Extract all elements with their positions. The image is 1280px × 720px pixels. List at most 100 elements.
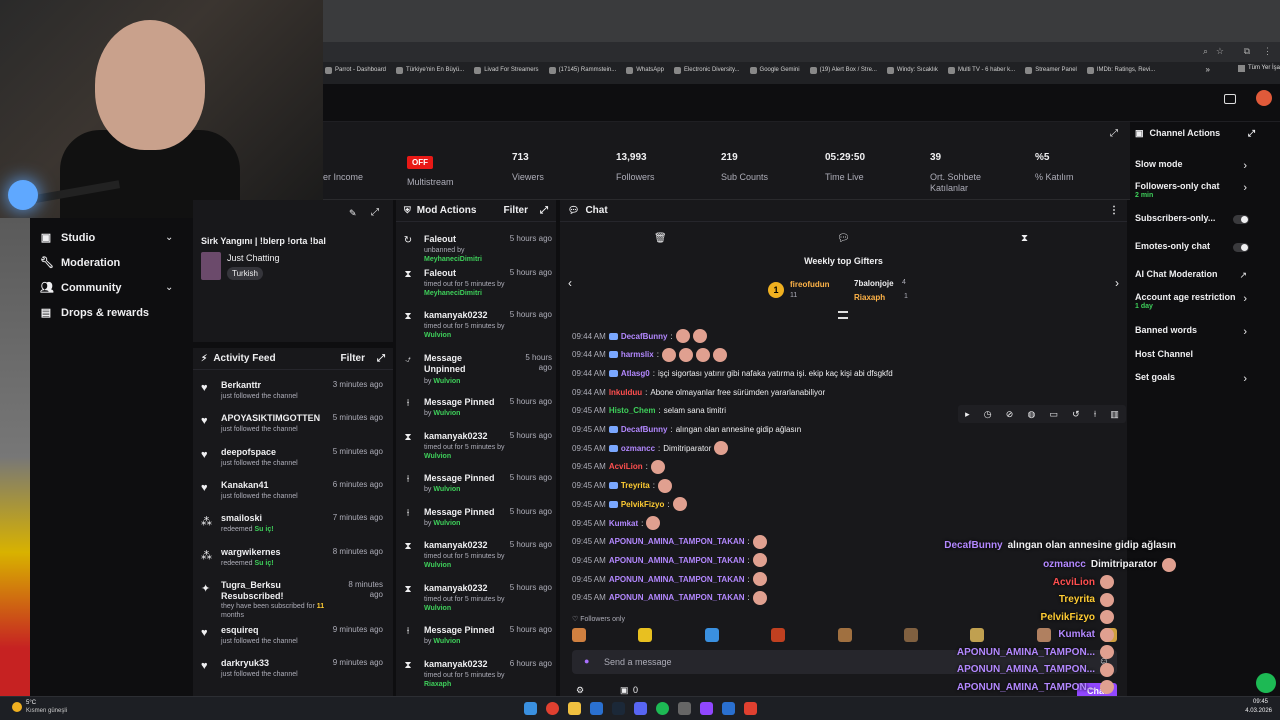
chat-username[interactable]: DecafBunny <box>621 425 668 434</box>
bookmark[interactable]: (19) Alert Box / Stre... <box>809 66 877 74</box>
activity-feed-item[interactable]: ♥ esquireq just followed the channel 9 minu… <box>201 625 387 655</box>
app-icon[interactable] <box>590 702 603 715</box>
chat-message[interactable]: 09:45 AM Kumkat: <box>572 516 661 530</box>
chat-message[interactable]: 09:45 AM ozmancc: Dimitriparator <box>572 441 729 456</box>
chat-username[interactable]: DecafBunny <box>621 332 668 341</box>
mod-action-item[interactable]: ↻ Faleout unbanned by MeyhaneciDimitri 5 ho… <box>402 234 552 268</box>
chat-message[interactable]: 09:44 AM Atlasg0: işçi sigortası yatırır g… <box>572 366 893 380</box>
hourglass-icon[interactable]: ⧗ <box>1021 233 1028 244</box>
activity-feed-item[interactable]: ⁂ wargwikernes redeemed Su iç! 8 minutes ag… <box>201 547 387 577</box>
spotify-icon[interactable] <box>656 702 669 715</box>
chat-emote[interactable] <box>692 329 707 343</box>
microphone-icon[interactable]: ● <box>584 656 589 666</box>
bookmark[interactable]: Türkiye'nin En Büyü... <box>396 66 464 74</box>
language-tag[interactable]: Turkish <box>227 267 263 280</box>
activity-feed-item[interactable]: ♥ Kanakan41 just followed the channel 6 min… <box>201 480 387 510</box>
chat-emote[interactable] <box>678 347 693 362</box>
moderator-name[interactable]: Wulvion <box>433 486 460 493</box>
filter-button[interactable]: Filter <box>504 205 528 216</box>
toggle-switch[interactable] <box>1233 243 1249 252</box>
chat-username[interactable]: harmslix <box>621 350 654 359</box>
mod-action-item[interactable]: ⧗ kamanyak0232 timed out for 5 minutes by … <box>402 583 552 617</box>
mod-action-item[interactable]: ⍿ Message Pinned by Wulvion 5 hours ago <box>402 625 552 659</box>
chat-emote[interactable] <box>695 347 710 362</box>
mod-action-item[interactable]: ⧗ kamanyak0232 timed out for 5 minutes by … <box>402 310 552 344</box>
settings-icon[interactable]: ⚙ <box>576 685 584 696</box>
chat-emote[interactable] <box>752 590 767 605</box>
chat-message[interactable]: 09:45 AM APONUN_AMINA_TAMPON_TAKAN: <box>572 534 767 549</box>
app-icon[interactable] <box>678 702 691 715</box>
moderator-name[interactable]: Wulvion <box>424 332 451 339</box>
chevron-down-icon[interactable]: ⌄ <box>165 282 173 293</box>
chat-username[interactable]: APONUN_AMINA_TAMPON_TAKAN <box>609 593 745 602</box>
more-options-icon[interactable]: ⋮ <box>1109 205 1119 216</box>
gifter-name[interactable]: Riaxaph <box>854 293 885 302</box>
chat-emote[interactable] <box>675 329 690 343</box>
emote[interactable] <box>572 628 586 642</box>
bookmark[interactable]: Google Gemini <box>749 66 800 74</box>
chevron-down-icon[interactable]: ⌄ <box>165 232 173 243</box>
chat-message[interactable]: 09:45 AM Histo_Chem: selam sana timitri <box>572 404 726 418</box>
channel-action-item[interactable]: Subscribers-only... <box>1135 213 1253 224</box>
stat-multistream[interactable]: OFF Multistream <box>407 156 454 188</box>
bookmark[interactable]: IMDb: Ratings, Revi... <box>1086 66 1155 74</box>
delete-icon[interactable]: ▭ <box>1050 409 1059 420</box>
emote[interactable] <box>837 628 852 642</box>
popout-icon[interactable]: ⤢ <box>540 205 548 216</box>
popout-icon[interactable]: ⤢ <box>377 353 385 364</box>
popout-icon[interactable]: ⤢ <box>1248 128 1255 139</box>
filter-button[interactable]: Filter <box>341 353 365 364</box>
chevron-right-icon[interactable]: › <box>1243 373 1247 385</box>
chat-message[interactable]: 09:44 AM DecafBunny: <box>572 329 707 343</box>
zoom-icon[interactable]: ⌕ <box>1203 46 1208 57</box>
gifter-name[interactable]: 7balonjoje <box>854 279 894 288</box>
category-box-art[interactable] <box>201 252 221 280</box>
bookmarks-more[interactable]: » <box>1206 65 1210 74</box>
activity-feed-item[interactable]: ♥ APOYASIKTIMGOTTEN just followed the chan… <box>201 413 387 443</box>
chat-emote[interactable] <box>752 534 767 549</box>
edit-icon[interactable]: ✎ <box>349 208 357 219</box>
sidebar-item-moderation[interactable]: 🔧︎ Moderation <box>40 257 120 269</box>
menu-icon[interactable]: ⋮ <box>1263 46 1272 57</box>
trash-icon[interactable]: 🗑︎ <box>654 233 667 244</box>
chat-message[interactable]: 09:45 AM Treyrita: <box>572 478 672 493</box>
emote[interactable] <box>704 628 719 642</box>
moderator-name[interactable]: Wulvion <box>424 453 451 460</box>
chat-username[interactable]: APONUN_AMINA_TAMPON_TAKAN <box>609 537 745 546</box>
chat-message[interactable]: 09:45 AM APONUN_AMINA_TAMPON_TAKAN: <box>572 572 767 587</box>
avatar[interactable] <box>1256 90 1272 106</box>
points-icon[interactable]: ▣ <box>620 685 629 696</box>
channel-action-item[interactable]: Slow mode › <box>1135 159 1253 172</box>
bookmark[interactable]: Windy: Sıcaklık <box>886 66 938 74</box>
toggle-switch[interactable] <box>1233 215 1249 224</box>
chat-username[interactable]: ozmancc <box>621 444 655 453</box>
channel-action-item[interactable]: Followers-only chat 2 min › <box>1135 181 1253 199</box>
chevron-right-icon[interactable]: › <box>1243 326 1247 338</box>
mod-action-item[interactable]: ⍿ Message Pinned by Wulvion 5 hours ago <box>402 507 552 541</box>
moderator-name[interactable]: Wulvion <box>424 605 451 612</box>
channel-action-item[interactable]: AI Chat Moderation ↗ <box>1135 269 1253 280</box>
stream-category[interactable]: Just Chatting <box>227 253 280 263</box>
activity-feed-item[interactable]: ⁂ smailoski redeemed Su iç! 7 minutes ago <box>201 513 387 543</box>
folder-icon[interactable] <box>568 702 581 715</box>
creator-icon[interactable] <box>1224 94 1236 104</box>
moderator-name[interactable]: Wulvion <box>433 638 460 645</box>
mod-action-item[interactable]: ⧗ kamanyak0232 timed out for 5 minutes by … <box>402 431 552 465</box>
start-icon[interactable] <box>524 702 537 715</box>
activity-feed-item[interactable]: ✦ Tugra_Berksu Resubscribed! they have bee… <box>201 580 387 619</box>
mod-action-item[interactable]: ⍿ Message Pinned by Wulvion 5 hours ago <box>402 473 552 507</box>
gifter-name[interactable]: fireofudun <box>790 280 830 289</box>
channel-action-item[interactable]: Banned words › <box>1135 325 1253 338</box>
address-bar[interactable]: ⌕ ☆ ⧉ ⋮ <box>323 42 1280 62</box>
chrome-icon[interactable] <box>546 702 559 715</box>
channel-action-item[interactable]: Set goals › <box>1135 372 1253 385</box>
app-icon[interactable] <box>744 702 757 715</box>
moderator-name[interactable]: Wulvion <box>433 378 460 385</box>
chevron-right-icon[interactable]: › <box>1243 293 1247 305</box>
emote[interactable] <box>771 628 786 642</box>
emote[interactable] <box>638 628 653 642</box>
chat-emote[interactable] <box>712 347 727 362</box>
mod-action-item[interactable]: ⧗ Faleout timed out for 5 minutes by Meyha… <box>402 268 552 302</box>
chat-emote[interactable] <box>650 459 665 474</box>
chevron-right-icon[interactable]: › <box>1115 276 1119 290</box>
